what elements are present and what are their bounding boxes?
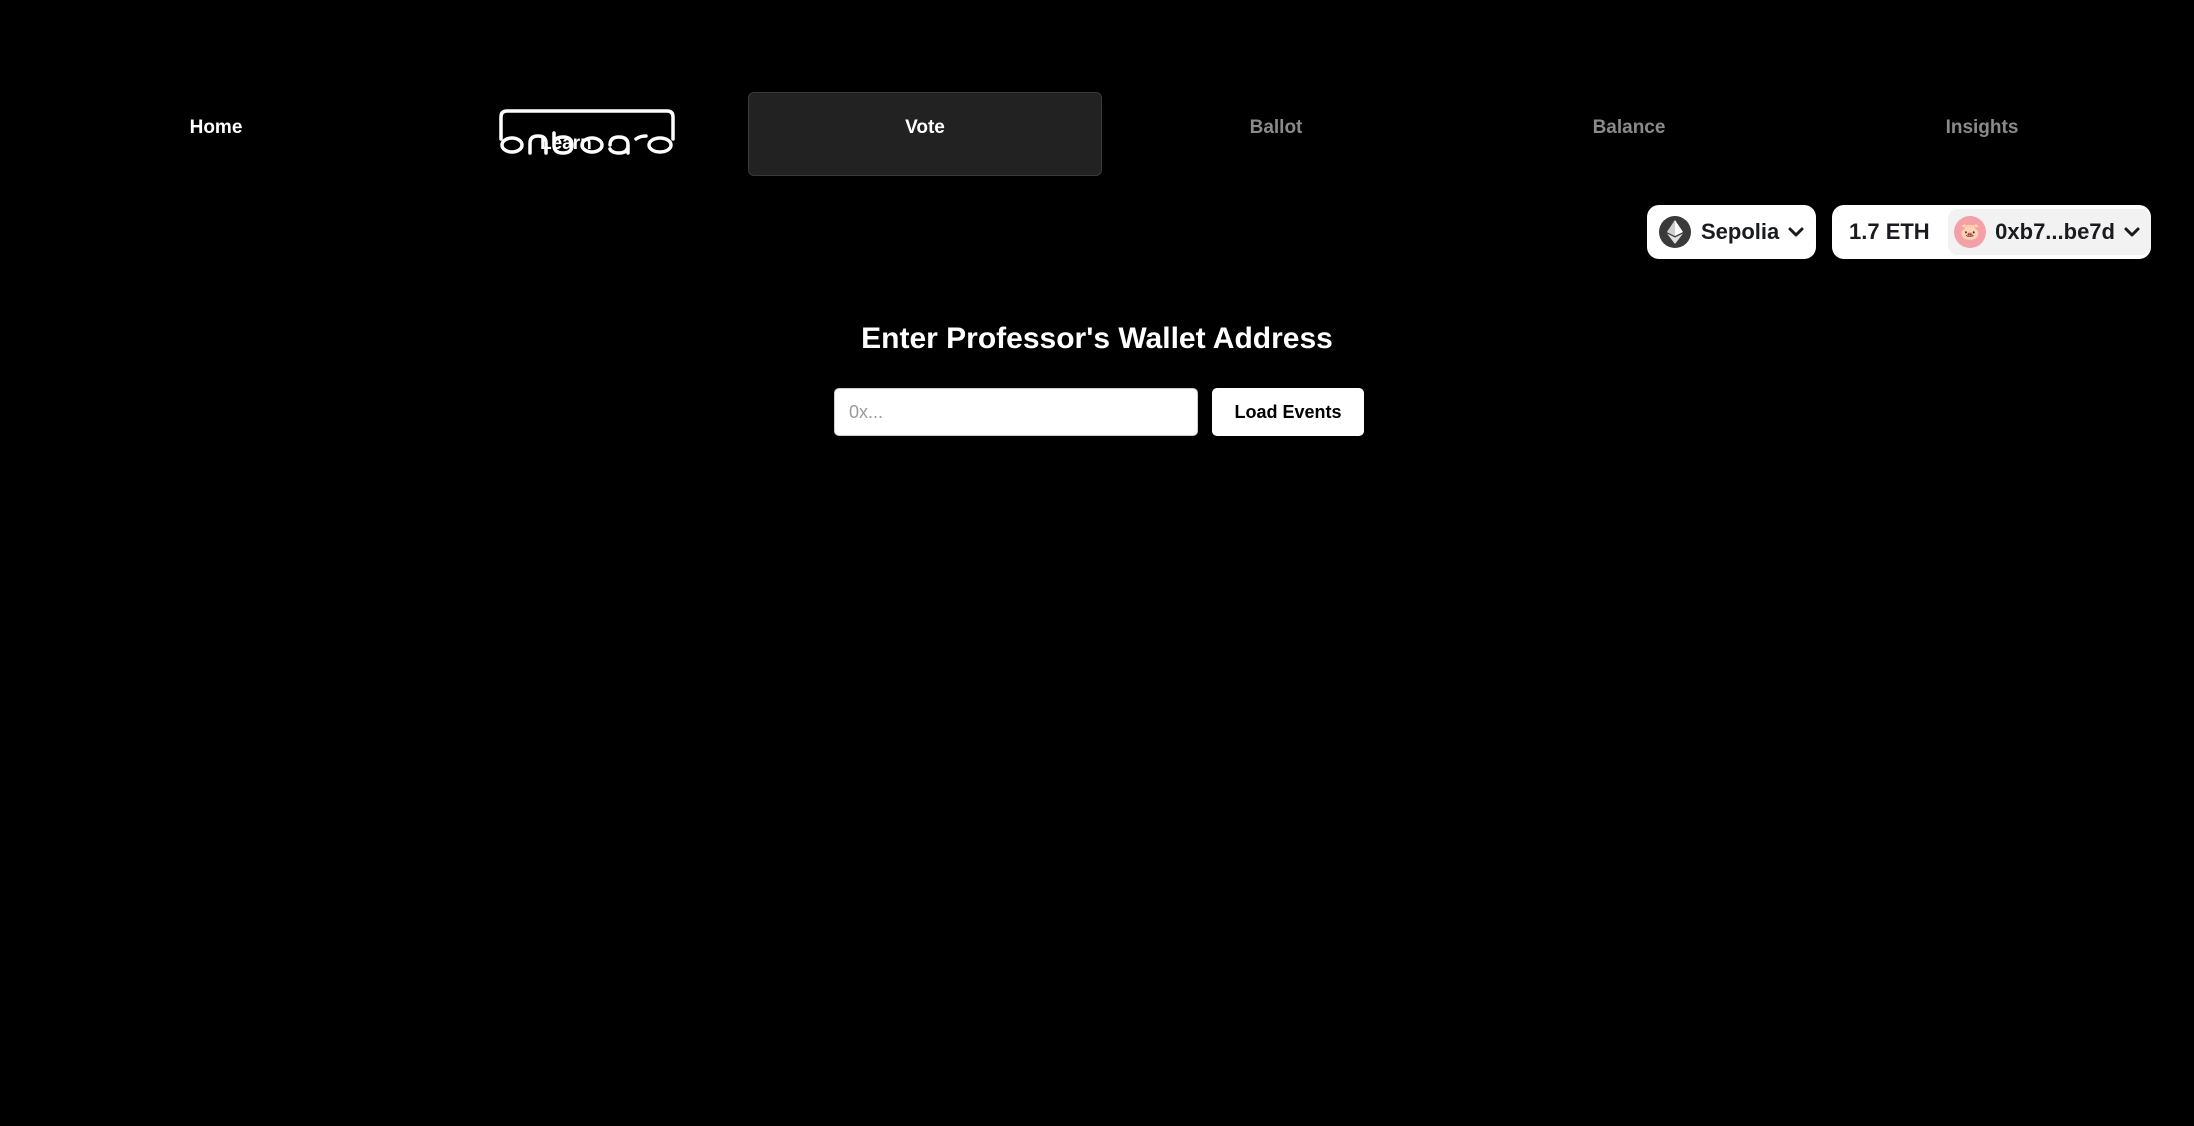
nav-insights-label: Insights: [1945, 117, 2019, 138]
nav-balance[interactable]: Balance: [1452, 92, 1806, 176]
nav-ballot[interactable]: Ballot: [1099, 92, 1453, 176]
account-button[interactable]: 🐷 0xb7...be7d: [1948, 209, 2151, 255]
nav-vote[interactable]: Vote: [748, 92, 1102, 176]
chain-selector-button[interactable]: Sepolia: [1647, 205, 1816, 259]
load-events-button[interactable]: Load Events: [1212, 388, 1364, 436]
nav-learn-label: Learn: [540, 133, 592, 154]
nav-insights[interactable]: Insights: [1805, 92, 2159, 176]
chevron-down-icon: [2124, 227, 2140, 237]
learn-logo: Learn: [498, 109, 676, 159]
page-title: Enter Professor's Wallet Address: [861, 322, 1333, 355]
professor-address-input[interactable]: [834, 388, 1198, 436]
nav-home[interactable]: Home: [39, 92, 393, 176]
nav-home-label: Home: [189, 117, 243, 138]
nav-ballot-label: Ballot: [1249, 117, 1303, 138]
wallet-address: 0xb7...be7d: [1995, 219, 2115, 244]
chevron-down-icon: [1788, 227, 1804, 237]
page: Home Learn Vote Ballot Balance Insights …: [0, 0, 2194, 1126]
nav-balance-label: Balance: [1592, 117, 1666, 138]
pig-avatar-icon: 🐷: [1954, 216, 1987, 248]
eth-balance: 1.7 ETH: [1849, 219, 1930, 244]
nav-vote-label: Vote: [905, 117, 945, 138]
account-box: 1.7 ETH 🐷 0xb7...be7d: [1832, 205, 2151, 259]
chain-label: Sepolia: [1701, 219, 1780, 244]
nav-learn[interactable]: Learn: [410, 92, 764, 176]
top-nav: Home Learn Vote Ballot Balance Insights: [0, 92, 2194, 176]
ethereum-icon: [1659, 216, 1691, 248]
